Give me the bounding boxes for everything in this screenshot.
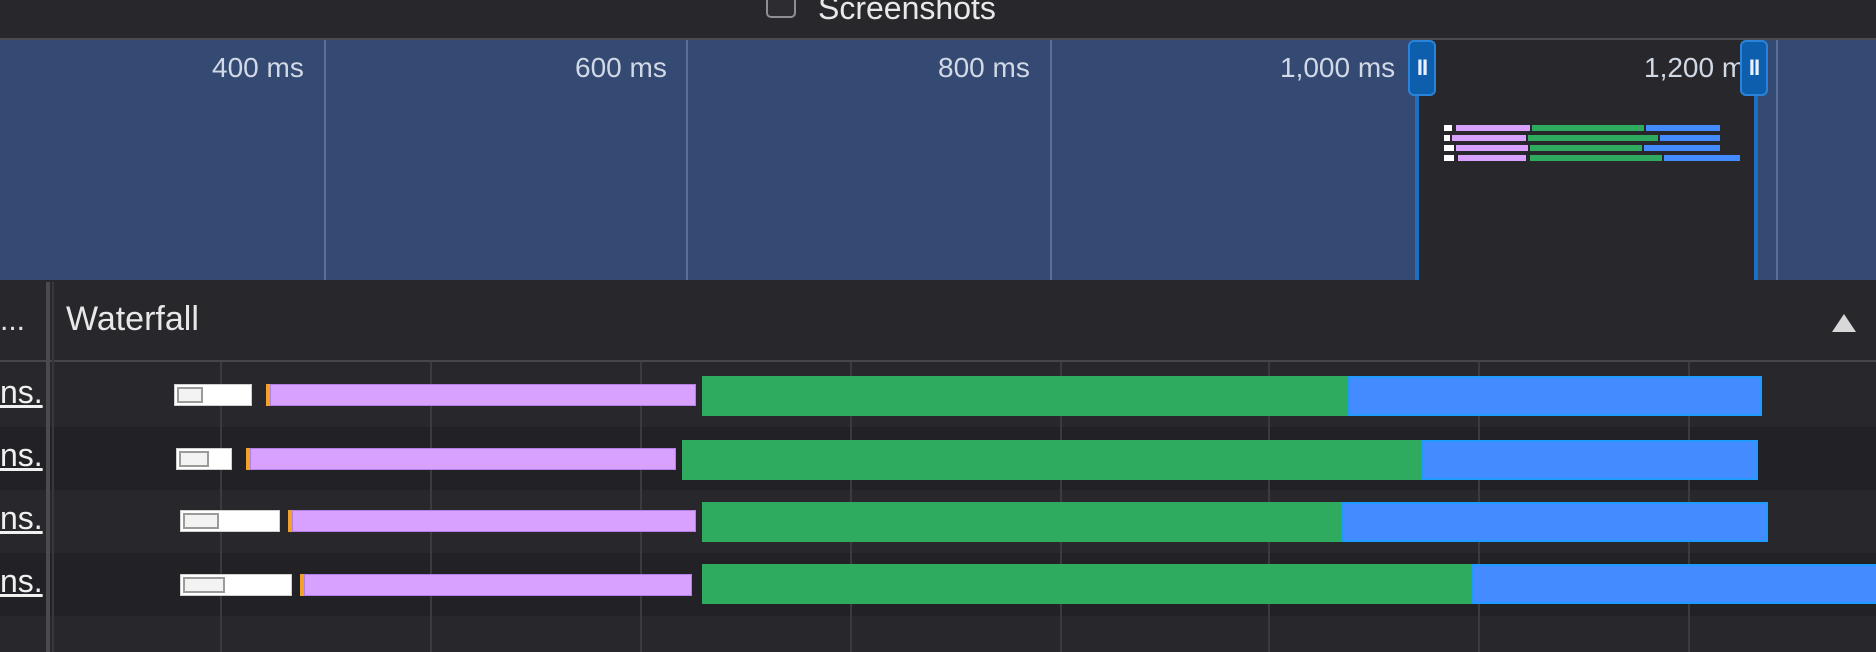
blocked-bar <box>176 448 232 470</box>
mini-bar <box>1660 135 1720 141</box>
mini-bar <box>1646 125 1720 131</box>
mini-bar <box>1458 155 1526 161</box>
overview-gridline <box>1050 40 1052 280</box>
request-name-link[interactable]: ns. <box>0 500 46 537</box>
connect-bar <box>304 574 692 596</box>
pause-handle-icon[interactable]: II <box>1408 40 1436 96</box>
column-divider-inner <box>52 282 54 652</box>
mini-bar <box>1532 125 1644 131</box>
waiting-bar <box>702 376 1348 416</box>
blocked-bar <box>180 510 280 532</box>
receive-bar <box>1472 564 1876 604</box>
blocked-bar <box>174 384 252 406</box>
connect-bar <box>270 384 696 406</box>
toolbar: Screenshots <box>0 0 1876 40</box>
screenshots-label[interactable]: Screenshots <box>818 0 996 27</box>
tick-label-600: 600 ms <box>575 52 667 83</box>
tick-label-1200: 1,200 ms <box>1644 52 1742 83</box>
table-header <box>0 282 1876 362</box>
overview-gridline <box>686 40 688 280</box>
column-divider[interactable] <box>46 282 50 652</box>
receive-bar <box>1348 376 1762 416</box>
pause-handle-icon[interactable]: II <box>1740 40 1768 96</box>
mini-bar <box>1456 145 1528 151</box>
tick-label-1000: 1,000 ms <box>1280 52 1396 83</box>
screenshots-checkbox[interactable] <box>766 0 796 18</box>
mini-bar <box>1444 125 1452 131</box>
mini-bar <box>1452 135 1526 141</box>
overview-gridline <box>324 40 326 280</box>
mini-bar <box>1530 155 1662 161</box>
mini-bar <box>1664 155 1740 161</box>
overview-gridline <box>1776 40 1778 280</box>
receive-bar <box>1422 440 1758 480</box>
tick-label-1200-clip: 1,200 ms <box>1590 40 1742 100</box>
mini-bar <box>1456 125 1530 131</box>
connect-bar <box>292 510 696 532</box>
tick-label-800: 800 ms <box>938 52 1030 83</box>
waiting-bar <box>702 502 1342 542</box>
mini-bar <box>1528 135 1658 141</box>
request-name-link[interactable]: ns. <box>0 563 46 600</box>
request-name-link[interactable]: ns. <box>0 374 46 411</box>
receive-bar <box>1342 502 1768 542</box>
tick-label-400: 400 ms <box>212 52 304 83</box>
connect-bar <box>250 448 676 470</box>
waiting-bar <box>682 440 1424 480</box>
mini-bar <box>1644 145 1720 151</box>
timeline-overview[interactable]: 400 ms 600 ms 800 ms 1,000 ms 1,200 ms I… <box>0 40 1876 280</box>
mini-bar <box>1444 145 1454 151</box>
mini-bar <box>1444 155 1454 161</box>
triangle-up-icon[interactable] <box>1832 314 1856 332</box>
mini-bar <box>1444 135 1450 141</box>
mini-bar <box>1530 145 1642 151</box>
name-column-header[interactable]: ... <box>0 304 25 338</box>
request-name-link[interactable]: ns. <box>0 437 46 474</box>
waiting-bar <box>702 564 1472 604</box>
blocked-bar <box>180 574 292 596</box>
table-row-empty <box>0 616 1876 652</box>
waterfall-column-header[interactable]: Waterfall <box>66 300 199 339</box>
